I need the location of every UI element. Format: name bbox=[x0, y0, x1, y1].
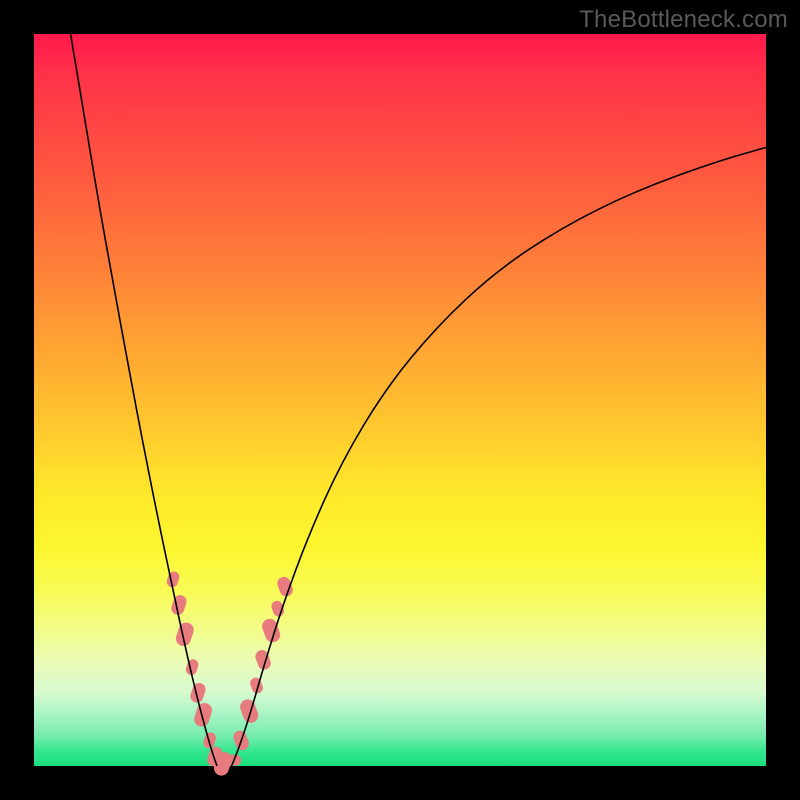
marker-blob bbox=[270, 599, 286, 618]
marker-blob bbox=[192, 701, 214, 728]
curve-right-branch bbox=[232, 147, 766, 766]
marker-blob bbox=[170, 593, 189, 616]
marker-blobs-group bbox=[165, 570, 294, 778]
plot-area bbox=[34, 34, 766, 766]
curve-left-branch bbox=[71, 34, 217, 766]
marker-blob bbox=[165, 570, 180, 589]
chart-svg bbox=[34, 34, 766, 766]
chart-frame: TheBottleneck.com bbox=[0, 0, 800, 800]
marker-blob bbox=[276, 575, 295, 598]
marker-blob bbox=[238, 697, 260, 725]
watermark-text: TheBottleneck.com bbox=[579, 6, 788, 34]
